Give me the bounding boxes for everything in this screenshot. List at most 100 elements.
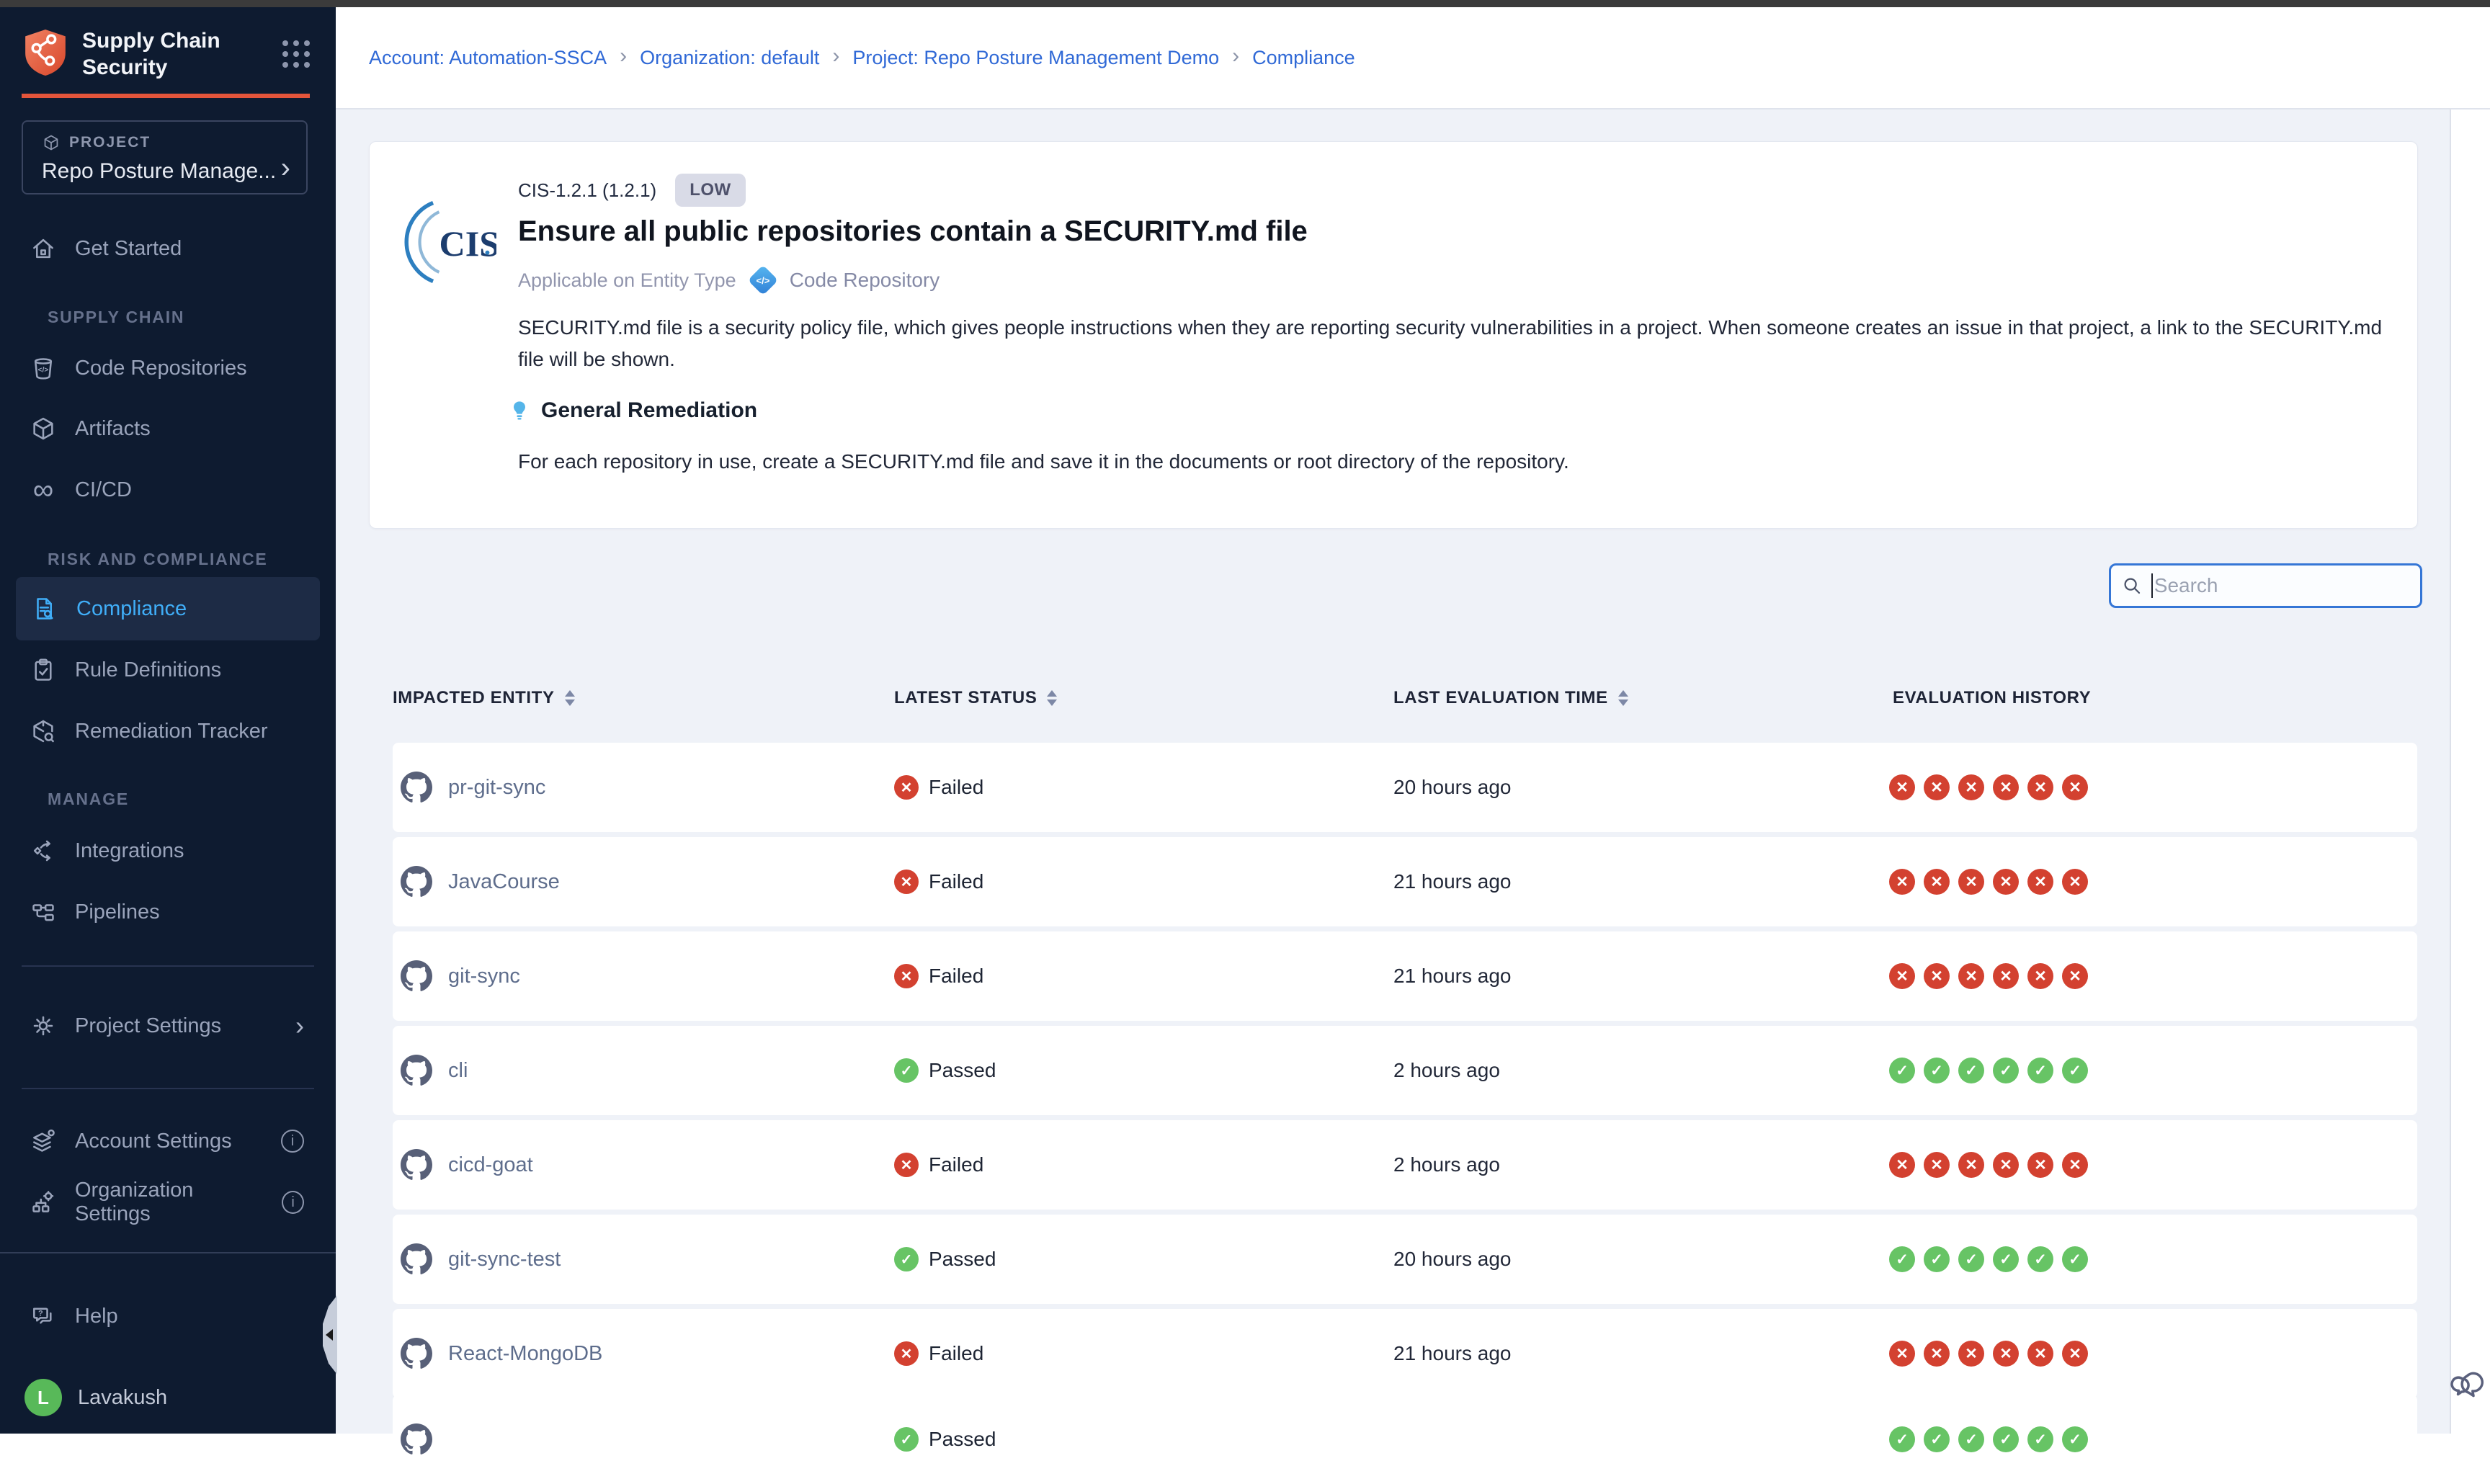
x-circle-icon [2062,774,2088,800]
check-circle-icon [2027,1058,2053,1083]
check-circle-icon [1924,1426,1950,1452]
latest-status-icon [894,1247,919,1271]
column-header-last-evaluation-time[interactable]: LAST EVALUATION TIME [1393,688,1628,708]
sidebar-item-label: Organization Settings [75,1179,266,1226]
sidebar-item-artifacts[interactable]: Artifacts [22,403,314,454]
sort-icon[interactable] [565,690,575,706]
sidebar-item-compliance[interactable]: Compliance [16,577,320,640]
remediation-text: For each repository in use, create a SEC… [518,450,1569,473]
sidebar-item-label: Get Started [75,237,182,261]
top-bar [0,0,2490,7]
evaluation-time: 2 hours ago [1393,1120,1500,1210]
table-row[interactable]: React-MongoDB Failed 21 hours ago [393,1309,2417,1398]
evaluation-history [1889,1309,2088,1398]
sidebar-item-get-started[interactable]: Get Started [22,223,314,274]
pipelines-icon [27,896,59,928]
evaluation-time: 21 hours ago [1393,1309,1511,1398]
chevron-right-icon: › [295,1013,304,1039]
check-circle-icon [1993,1426,2019,1452]
help-chat-icon: ? [27,1300,59,1332]
entity-cell[interactable]: cicd-goat [401,1120,533,1210]
sidebar-item-help[interactable]: ? Help [22,1291,314,1341]
user-menu[interactable]: L Lavakush [22,1372,314,1423]
latest-status-icon [894,1153,919,1177]
x-circle-icon [1889,963,1915,989]
svg-text:CIS: CIS [439,223,496,264]
table-row[interactable]: pr-git-sync Failed 20 hours ago [393,743,2417,832]
entity-cell[interactable]: git-sync [401,931,520,1021]
remediation-title: General Remediation [541,398,757,423]
latest-status-icon [894,1058,919,1083]
sidebar-item-pipelines[interactable]: Pipelines [22,887,314,937]
table-row[interactable]: cli Passed 2 hours ago [393,1026,2417,1115]
breadcrumb-organization[interactable]: Organization: default [640,47,819,69]
x-circle-icon [1889,774,1915,800]
column-header-impacted-entity[interactable]: IMPACTED ENTITY [393,688,575,708]
sidebar-item-label: Integrations [75,839,184,863]
breadcrumb-compliance[interactable]: Compliance [1252,47,1355,69]
section-label-manage: MANAGE [48,790,129,809]
sidebar-item-label: CI/CD [75,478,132,502]
layers-gear-icon [27,1125,59,1157]
home-icon [27,233,59,264]
search-input[interactable] [2154,574,2410,597]
entity-cell[interactable]: JavaCourse [401,837,560,926]
x-circle-icon [1993,1341,2019,1367]
infinity-icon: ∞ [27,474,59,506]
entity-cell[interactable]: React-MongoDB [401,1309,602,1398]
check-circle-icon [1924,1246,1950,1272]
table-row[interactable]: Passed [393,1395,2417,1484]
app-switcher-icon[interactable] [282,40,314,72]
sidebar-item-project-settings[interactable]: Project Settings › [22,1001,314,1051]
check-circle-icon [2027,1426,2053,1452]
sort-icon[interactable] [1618,690,1628,706]
sidebar-item-cicd[interactable]: ∞ CI/CD [22,465,314,515]
entity-cell[interactable]: cli [401,1026,468,1115]
github-icon [401,1243,432,1275]
table-row[interactable]: JavaCourse Failed 21 hours ago [393,837,2417,926]
table-row[interactable]: git-sync Failed 21 hours ago [393,931,2417,1021]
table-row[interactable]: cicd-goat Failed 2 hours ago [393,1120,2417,1210]
rule-description: SECURITY.md file is a security policy fi… [518,312,2387,375]
entity-cell[interactable]: pr-git-sync [401,743,545,832]
x-circle-icon [1889,1152,1915,1178]
sidebar-item-remediation-tracker[interactable]: Remediation Tracker [22,706,314,756]
check-circle-icon [1993,1246,2019,1272]
latest-status-icon [894,964,919,988]
check-circle-icon [2062,1246,2088,1272]
x-circle-icon [2027,963,2053,989]
sidebar-item-label: Rule Definitions [75,658,221,682]
info-icon[interactable]: i [281,1130,304,1153]
entity-type-name: Code Repository [790,269,940,292]
sidebar-item-account-settings[interactable]: Account Settings i [22,1116,314,1166]
app-title: Supply Chain Security [82,27,249,81]
table-row[interactable]: git-sync-test Passed 20 hours ago [393,1215,2417,1304]
project-selector[interactable]: PROJECT Repo Posture Manage... › [22,120,308,195]
severity-badge: LOW [675,174,745,207]
breadcrumb-project[interactable]: Project: Repo Posture Management Demo [852,47,1219,69]
sort-icon[interactable] [1047,690,1057,706]
check-circle-icon [1958,1058,1984,1083]
x-circle-icon [1924,774,1950,800]
chevron-right-icon: › [620,45,627,67]
sidebar-item-label: Project Settings [75,1014,221,1038]
x-circle-icon [2027,869,2053,895]
supply-chain-security-logo [22,27,69,78]
evaluation-time: 21 hours ago [1393,931,1511,1021]
lightbulb-icon [508,399,531,422]
box-wrench-icon [27,715,59,747]
support-chat-icon[interactable] [2448,1362,2489,1402]
sidebar-item-organization-settings[interactable]: Organization Settings i [22,1177,314,1228]
user-name: Lavakush [78,1386,167,1410]
column-header-latest-status[interactable]: LATEST STATUS [894,688,1057,708]
sidebar-item-rule-definitions[interactable]: Rule Definitions [22,645,314,695]
evaluation-history [1889,1395,2088,1484]
rule-detail-card: CIS CIS-1.2.1 (1.2.1) LOW Ensure all pub… [369,141,2418,529]
entity-cell[interactable] [401,1395,448,1484]
entity-cell[interactable]: git-sync-test [401,1215,561,1304]
sidebar-item-integrations[interactable]: Integrations [22,826,314,876]
breadcrumb-account[interactable]: Account: Automation-SSCA [369,47,607,69]
sidebar-item-code-repositories[interactable]: </> Code Repositories [22,343,314,393]
info-icon[interactable]: i [282,1191,304,1214]
x-circle-icon [1924,1152,1950,1178]
